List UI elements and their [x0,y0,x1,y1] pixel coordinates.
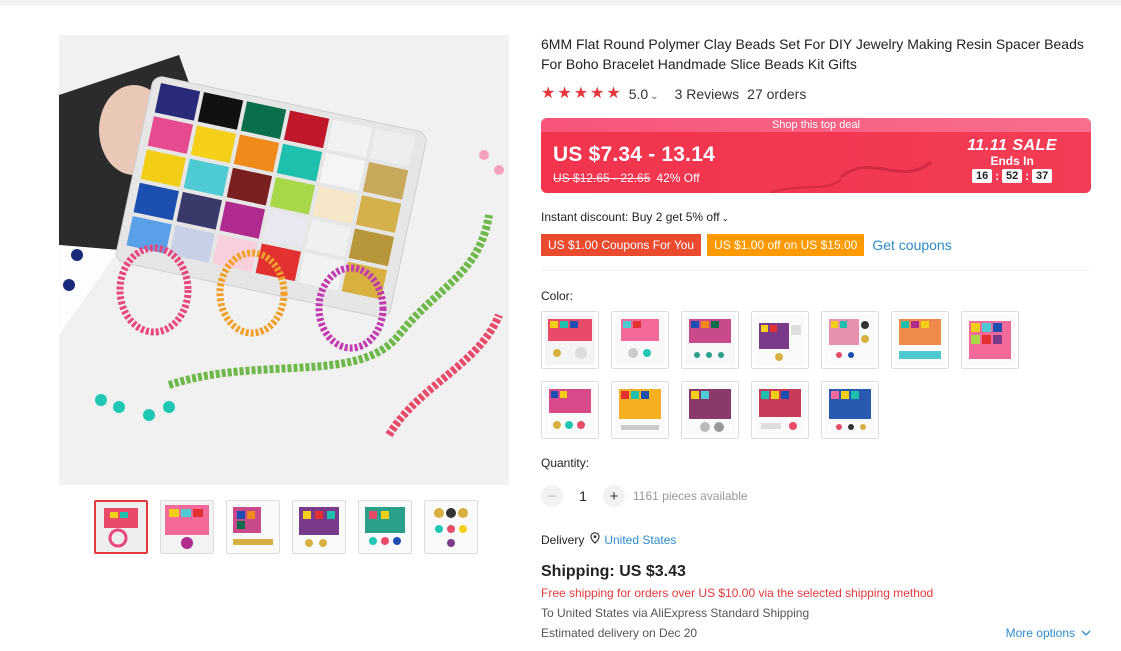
quantity-label: Quantity: [541,456,590,470]
more-options-label: More options [1005,626,1075,640]
instant-discount[interactable]: Instant discount: Buy 2 get 5% off ⌄ [541,210,729,224]
chevron-down-icon: ⌄ [650,91,659,102]
star-icon: ★ [557,85,572,102]
timer-minutes: 52 [1002,169,1023,183]
available-count: 1161 pieces available [633,489,748,503]
star-icon: ★ [590,85,605,102]
location-pin-icon [590,532,600,547]
get-coupons-link[interactable]: Get coupons [872,237,951,253]
original-price-value: US $12.65 - 22.65 [553,171,651,185]
timer-separator: : [995,169,1000,183]
coupon-badge-1[interactable]: US $1.00 Coupons For You [541,234,702,256]
thumbnail-1[interactable] [94,500,148,554]
timer-separator: : [1025,169,1030,183]
color-option-6[interactable] [891,311,949,369]
color-option-8[interactable] [541,381,599,439]
original-price: US $12.65 - 22.65 42% Off [553,171,700,185]
thumbnail-5[interactable] [358,500,412,554]
quantity-minus-button[interactable]: − [541,485,563,507]
color-option-7[interactable] [961,311,1019,369]
thumbnail-6[interactable] [424,500,478,554]
timer-hours: 16 [972,169,993,183]
shipping-title: Shipping: US $3.43 [541,563,686,580]
color-option-11[interactable] [751,381,809,439]
star-icon: ★ [541,85,556,102]
color-option-2[interactable] [611,311,669,369]
color-label: Color: [541,289,574,303]
chevron-down-icon [1081,630,1091,636]
color-option-3[interactable] [681,311,739,369]
top-bar [0,0,1121,6]
thumbnail-strip [94,500,478,554]
quantity-stepper: − 1 + 1161 pieces available [541,485,748,507]
free-shipping-note: Free shipping for orders over US $10.00 … [541,586,934,600]
delivery-location-link[interactable]: United States [604,533,676,547]
delivery-row: Delivery United States [541,532,676,547]
thumbnail-2[interactable] [160,500,214,554]
divider [541,270,1089,271]
star-icon: ★ [573,85,589,102]
thumbnail-3[interactable] [226,500,280,554]
color-option-5[interactable] [821,311,879,369]
star-icon: ★ [606,85,621,102]
color-option-10[interactable] [681,381,739,439]
rating-number: 5.0 [628,86,649,102]
color-option-12[interactable] [821,381,879,439]
shipping-method: To United States via AliExpress Standard… [541,606,810,620]
deal-header: Shop this top deal [541,118,1091,132]
quantity-value[interactable]: 1 [563,488,603,504]
deal-banner[interactable]: Shop this top deal US $7.34 - 13.14 US $… [541,118,1091,193]
ends-in-label: Ends In [990,154,1034,168]
coupon-row: US $1.00 Coupons For You US $1.00 off on… [541,234,952,256]
deal-body: US $7.34 - 13.14 US $12.65 - 22.65 42% Of… [541,132,1091,193]
sale-countdown: 11.11 SALE Ends In 16 : 52 : 37 [967,137,1057,183]
price-range: US $7.34 - 13.14 [553,143,715,166]
reviews-link[interactable]: 3 Reviews [675,86,740,102]
color-option-1[interactable] [541,311,599,369]
instant-discount-text: Instant discount: Buy 2 get 5% off [541,210,720,224]
color-option-9[interactable] [611,381,669,439]
star-rating: ★ ★ ★ ★ ★ [541,86,621,102]
more-options-link[interactable]: More options [1006,626,1091,640]
color-option-4[interactable] [751,311,809,369]
sale-title: 11.11 SALE [967,137,1057,154]
bead-kit-photo [59,35,509,485]
orders-count: 27 orders [747,86,807,102]
product-info: 6MM Flat Round Polymer Clay Beads Set Fo… [541,35,1091,640]
quantity-plus-button[interactable]: + [603,485,625,507]
delivery-label: Delivery [541,532,585,547]
countdown-timer: 16 : 52 : 37 [967,169,1057,183]
rating-row: ★ ★ ★ ★ ★ 5.0 ⌄ 3 Reviews 27 orders [541,86,807,103]
rating-value[interactable]: 5.0 ⌄ [629,86,659,102]
product-title: 6MM Flat Round Polymer Clay Beads Set Fo… [541,36,1084,72]
timer-seconds: 37 [1032,169,1053,183]
chevron-down-icon: ⌄ [721,213,730,223]
thumbnail-4[interactable] [292,500,346,554]
coupon-badge-2[interactable]: US $1.00 off on US $15.00 [707,234,865,256]
color-swatches [541,311,1041,439]
discount-percent: 42% Off [656,171,700,185]
main-product-image[interactable] [59,35,509,485]
estimated-delivery: Estimated delivery on Dec 20 [541,626,698,640]
